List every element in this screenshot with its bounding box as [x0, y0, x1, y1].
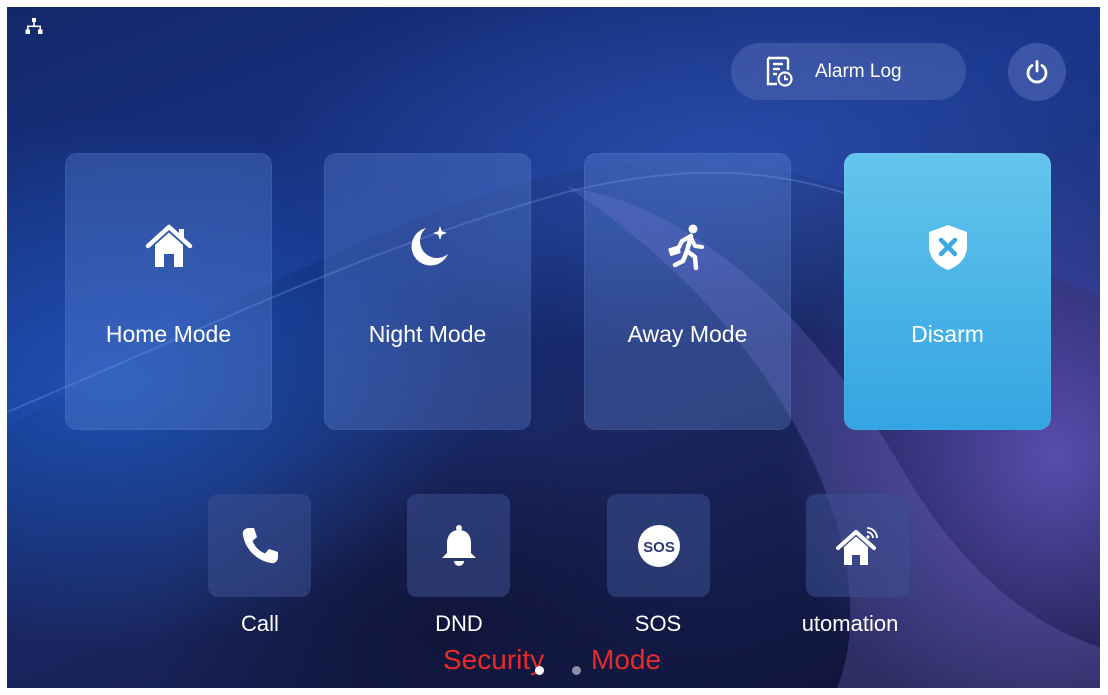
moon-star-icon — [411, 226, 448, 266]
home-mode-label: Home Mode — [105, 321, 232, 347]
night-mode-label: Night Mode — [368, 321, 487, 347]
call-button[interactable] — [208, 494, 311, 597]
automation-button[interactable] — [806, 494, 909, 597]
away-mode-label: Away Mode — [627, 321, 748, 347]
automation-label: utomation — [801, 611, 899, 636]
bell-icon — [441, 524, 476, 566]
smart-home-icon — [835, 526, 878, 565]
shield-x-icon — [928, 225, 967, 270]
night-mode-card[interactable]: Night Mode — [324, 153, 531, 430]
caption-mode: Mode — [591, 644, 662, 675]
dnd-button[interactable] — [407, 494, 510, 597]
dnd-label: DND — [435, 611, 483, 636]
power-icon — [1026, 60, 1048, 84]
alarm-log-label: Alarm Log — [815, 60, 902, 82]
page-dot-active[interactable] — [535, 666, 544, 675]
sos-label: SOS — [634, 611, 682, 636]
home-mode-card[interactable]: Home Mode — [65, 153, 272, 430]
call-label: Call — [241, 611, 279, 636]
away-mode-card[interactable]: Away Mode — [584, 153, 791, 430]
sos-button[interactable]: SOS — [607, 494, 710, 597]
alarm-log-button[interactable]: Alarm Log — [731, 43, 966, 100]
network-icon — [25, 18, 43, 34]
home-icon — [145, 224, 192, 267]
power-button[interactable] — [1008, 43, 1066, 101]
running-man-icon — [667, 224, 704, 271]
page-dot[interactable] — [572, 666, 581, 675]
disarm-label: Disarm — [911, 321, 984, 347]
sos-icon: SOS — [637, 524, 680, 567]
phone-icon — [242, 527, 278, 563]
alarm-log-icon — [766, 56, 793, 87]
caption-security: Security — [443, 644, 545, 675]
svg-text:SOS: SOS — [643, 539, 675, 556]
disarm-card[interactable]: Disarm — [844, 153, 1051, 430]
security-screen: Alarm Log Home Mode Night Mode Away Mode… — [7, 7, 1100, 688]
